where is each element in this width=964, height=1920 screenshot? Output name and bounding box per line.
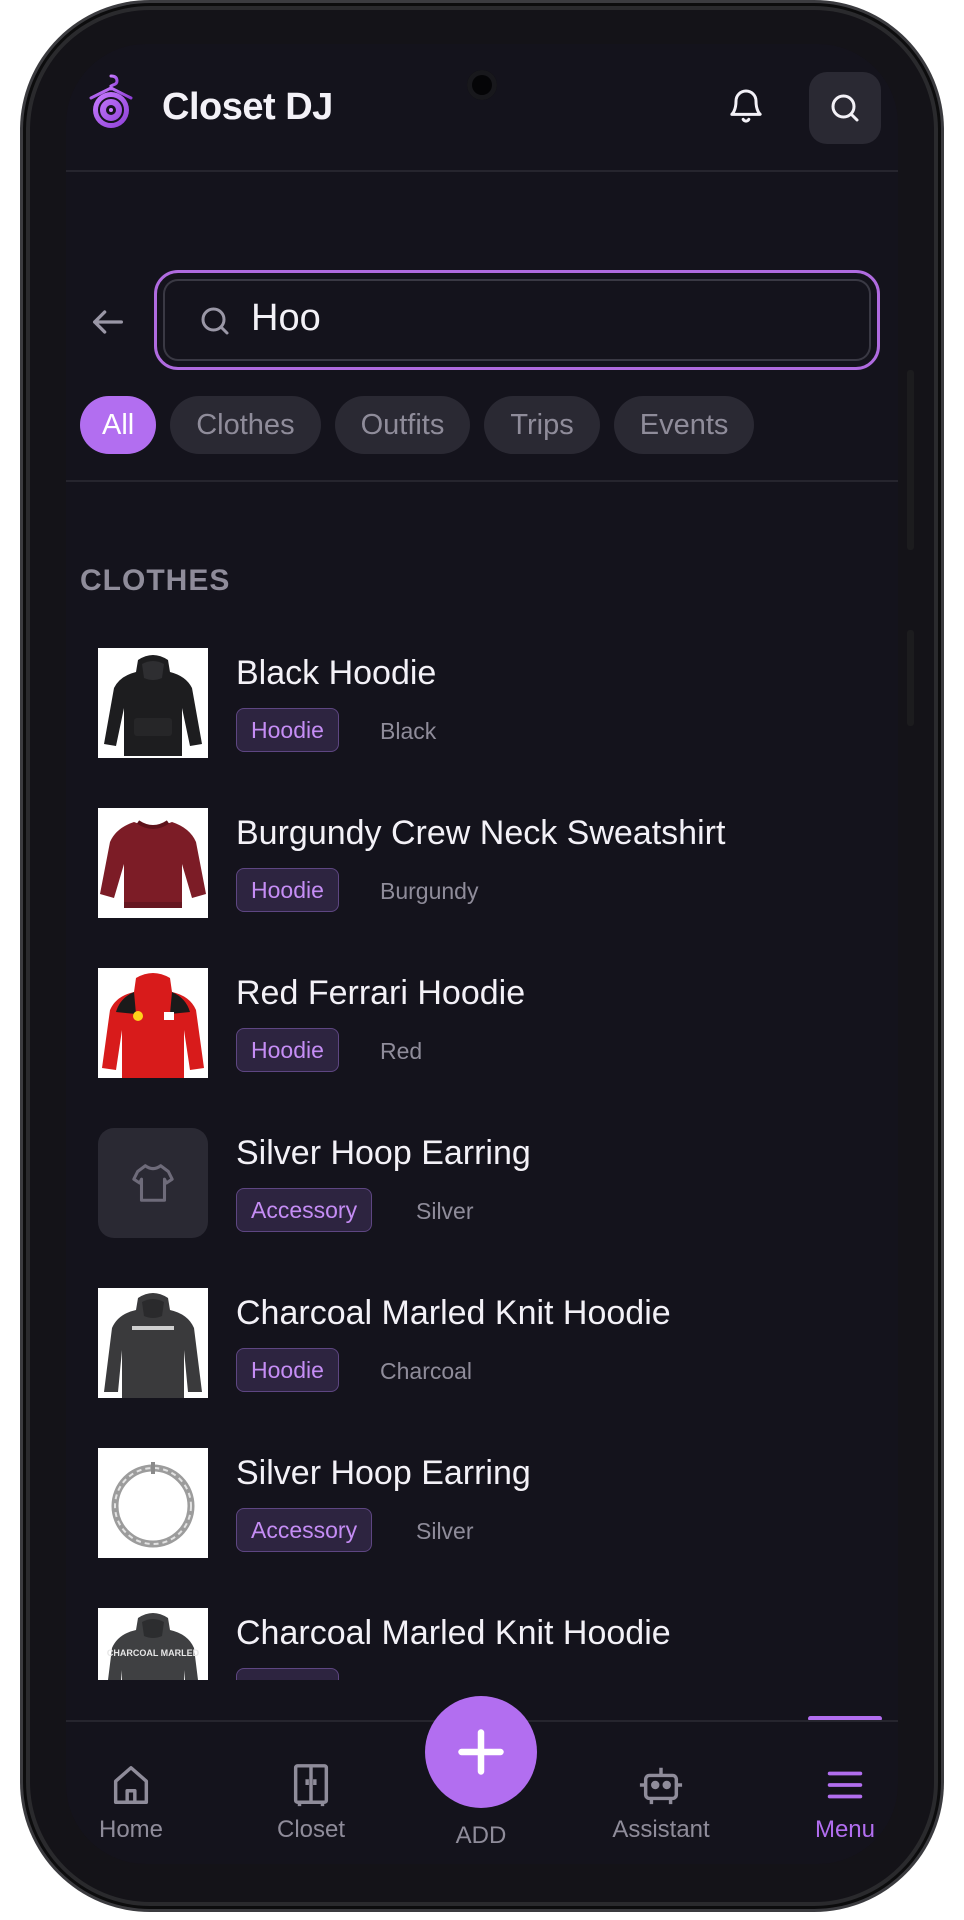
list-item[interactable]: Silver Hoop Earring Accessory Silver (98, 1128, 888, 1258)
item-color: Burgundy (380, 878, 479, 904)
item-thumbnail-placeholder (98, 1128, 208, 1238)
search-query[interactable]: Hoo (251, 297, 321, 340)
item-thumbnail (98, 808, 208, 918)
plus-icon (458, 1729, 504, 1775)
silver-hoop-earring-image (111, 1462, 195, 1548)
item-name: Silver Hoop Earring (236, 1134, 531, 1172)
item-color: Silver (416, 1518, 474, 1544)
item-color: Silver (416, 1198, 474, 1224)
item-color: Black (380, 718, 437, 744)
add-button[interactable] (425, 1696, 537, 1808)
print-text: CHARCOAL MARLED (107, 1648, 200, 1658)
item-name: Charcoal Marled Knit Hoodie (236, 1614, 671, 1652)
search-button[interactable] (809, 72, 881, 144)
chips-divider (66, 480, 898, 482)
search-icon (201, 307, 229, 335)
menu-icon (827, 1771, 863, 1799)
category-tag: Hoodie (236, 708, 339, 752)
back-arrow-icon[interactable] (88, 302, 128, 342)
app-header: Closet DJ (66, 44, 898, 170)
filter-chip-events[interactable]: Events (613, 396, 755, 454)
list-item[interactable]: CHARCOAL MARLED Charcoal Marled Knit Hoo… (98, 1608, 888, 1680)
item-color: Charcoal (380, 1678, 472, 1680)
filter-chip-trips[interactable]: Trips (484, 396, 600, 454)
robot-icon (639, 1767, 683, 1805)
list-item[interactable]: Burgundy Crew Neck Sweatshirt Hoodie Bur… (98, 808, 888, 938)
charcoal-hoodie-print-image: CHARCOAL MARLED (107, 1613, 200, 1680)
section-title: CLOTHES (80, 564, 231, 597)
item-color: Red (380, 1038, 423, 1064)
category-tag: Accessory (236, 1188, 373, 1232)
power-button (907, 370, 914, 550)
nav-home-label: Home (98, 1816, 164, 1843)
category-tag: Hoodie (236, 1028, 339, 1072)
category-tag: Accessory (236, 1508, 373, 1552)
vinyl-logo-icon (89, 74, 133, 128)
item-thumbnail (98, 1448, 208, 1558)
list-item[interactable]: Red Ferrari Hoodie Hoodie Red (98, 968, 888, 1098)
results-list: Black Hoodie Hoodie Black Burgundy Crew … (66, 634, 898, 1680)
item-name: Charcoal Marled Knit Hoodie (236, 1294, 671, 1332)
filter-chip-clothes[interactable]: Clothes (170, 396, 321, 454)
nav-closet[interactable]: Closet (246, 1762, 376, 1844)
item-name: Burgundy Crew Neck Sweatshirt (236, 814, 726, 852)
category-tag: Hoodie (236, 868, 339, 912)
category-tag: Hoodie (236, 1348, 339, 1392)
nav-menu[interactable]: Menu (780, 1762, 898, 1844)
item-thumbnail (98, 1288, 208, 1398)
list-item[interactable]: Black Hoodie Hoodie Black (98, 648, 888, 778)
item-color: Charcoal (380, 1358, 473, 1384)
burgundy-sweatshirt-image (100, 820, 206, 908)
filter-chip-outfits[interactable]: Outfits (334, 396, 471, 454)
list-item[interactable]: Silver Hoop Earring Accessory Silver (98, 1448, 888, 1578)
app-title: Closet DJ (162, 86, 333, 128)
nav-assistant-label: Assistant (612, 1816, 710, 1843)
category-tag: Hoodie (236, 1668, 339, 1680)
charcoal-hoodie-image (104, 1293, 202, 1398)
volume-button (907, 630, 914, 726)
item-thumbnail: CHARCOAL MARLED (98, 1608, 208, 1680)
app-screen: Closet DJ Hoo All Clothes Outfits Trips … (66, 44, 898, 1864)
black-hoodie-image (104, 655, 202, 756)
item-name: Silver Hoop Earring (236, 1454, 531, 1492)
red-ferrari-hoodie-image (102, 973, 204, 1078)
item-name: Red Ferrari Hoodie (236, 974, 526, 1012)
filter-chips: All Clothes Outfits Trips Events (80, 396, 755, 454)
nav-home[interactable]: Home (66, 1762, 196, 1844)
header-divider (66, 170, 898, 172)
home-icon (113, 1766, 149, 1804)
notification-bell-icon[interactable] (726, 86, 766, 126)
search-input[interactable]: Hoo (154, 270, 880, 370)
nav-assistant[interactable]: Assistant (596, 1762, 726, 1844)
item-thumbnail (98, 968, 208, 1078)
list-item[interactable]: Charcoal Marled Knit Hoodie Hoodie Charc… (98, 1288, 888, 1418)
nav-closet-label: Closet (276, 1816, 346, 1843)
nav-menu-label: Menu (814, 1816, 876, 1843)
item-name: Black Hoodie (236, 654, 437, 692)
closet-icon (293, 1764, 329, 1807)
item-thumbnail (98, 648, 208, 758)
search-icon (831, 94, 859, 122)
add-label: ADD (455, 1822, 507, 1849)
shirt-placeholder-icon (132, 1164, 174, 1202)
filter-chip-all[interactable]: All (80, 396, 157, 454)
